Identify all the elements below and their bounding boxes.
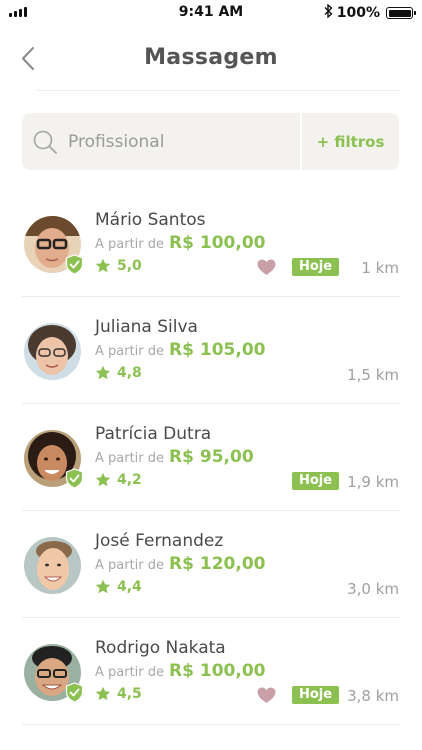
- rating: 4,5: [95, 686, 142, 702]
- price-prefix: A partir de: [95, 451, 165, 466]
- price-line: A partir de R$ 100,00: [95, 661, 265, 681]
- rating: 4,2: [95, 472, 142, 488]
- distance: 1,9 km: [347, 473, 399, 491]
- price-prefix: A partir de: [95, 558, 165, 573]
- battery-percent: 100%: [336, 5, 380, 21]
- avatar: [24, 216, 84, 275]
- avatar: [24, 537, 81, 594]
- heart-icon[interactable]: [257, 259, 276, 276]
- price-prefix: A partir de: [95, 237, 165, 252]
- list-item[interactable]: Rodrigo Nakata A partir de R$ 100,00 4,5…: [0, 618, 422, 725]
- price-line: A partir de R$ 105,00: [95, 340, 265, 360]
- price: R$ 105,00: [169, 340, 266, 360]
- bluetooth-icon: [324, 3, 333, 22]
- price-line: A partir de R$ 100,00: [95, 233, 265, 253]
- distance: 3,8 km: [347, 687, 399, 705]
- star-icon: [95, 472, 111, 487]
- battery-icon: [386, 7, 416, 19]
- list-item[interactable]: Patrícia Dutra A partir de R$ 95,00 4,2 …: [0, 404, 422, 511]
- heart-icon[interactable]: [257, 687, 276, 704]
- navigation-bar: Massagem: [0, 34, 422, 84]
- list-item[interactable]: Juliana Silva A partir de R$ 105,00 4,8 …: [0, 297, 422, 404]
- price: R$ 120,00: [169, 554, 266, 574]
- distance: 1 km: [361, 259, 399, 277]
- search-icon: [32, 129, 58, 155]
- professional-name: José Fernandez: [95, 531, 224, 551]
- star-icon: [95, 579, 111, 594]
- star-icon: [95, 258, 111, 273]
- distance: 3,0 km: [347, 580, 399, 598]
- price: R$ 100,00: [169, 661, 266, 681]
- rating-value: 5,0: [117, 258, 142, 274]
- divider: [36, 90, 400, 91]
- list-item[interactable]: Mário Santos A partir de R$ 100,00 5,0 H…: [0, 190, 422, 297]
- price-prefix: A partir de: [95, 344, 165, 359]
- professional-list: Mário Santos A partir de R$ 100,00 5,0 H…: [0, 190, 422, 725]
- rating-value: 4,5: [117, 686, 142, 702]
- verified-shield-icon: [65, 254, 84, 275]
- avatar: [24, 644, 84, 703]
- price-line: A partir de R$ 95,00: [95, 447, 254, 467]
- page-title: Massagem: [144, 45, 278, 70]
- rating-value: 4,4: [117, 579, 142, 595]
- search-field[interactable]: [22, 113, 300, 170]
- filters-button[interactable]: + filtros: [302, 113, 399, 170]
- star-icon: [95, 365, 111, 380]
- distance: 1,5 km: [347, 366, 399, 384]
- verified-shield-icon: [65, 682, 84, 703]
- list-item[interactable]: José Fernandez A partir de R$ 120,00 4,4…: [0, 511, 422, 618]
- rating-value: 4,2: [117, 472, 142, 488]
- professional-name: Juliana Silva: [95, 317, 198, 337]
- star-icon: [95, 686, 111, 701]
- search-input[interactable]: [68, 131, 268, 152]
- avatar: [24, 430, 84, 489]
- today-badge: Hoje: [292, 686, 340, 704]
- status-bar: 9:41 AM 100%: [0, 0, 422, 24]
- rating: 4,4: [95, 579, 142, 595]
- status-right: 100%: [324, 3, 416, 22]
- price-line: A partir de R$ 120,00: [95, 554, 265, 574]
- price: R$ 100,00: [169, 233, 266, 253]
- avatar: [24, 323, 81, 380]
- rating: 4,8: [95, 365, 142, 381]
- price: R$ 95,00: [169, 447, 254, 467]
- professional-name: Mário Santos: [95, 210, 206, 230]
- rating: 5,0: [95, 258, 142, 274]
- professional-name: Patrícia Dutra: [95, 424, 212, 444]
- price-prefix: A partir de: [95, 665, 165, 680]
- rating-value: 4,8: [117, 365, 142, 381]
- verified-shield-icon: [65, 468, 84, 489]
- search-bar: + filtros: [22, 113, 399, 170]
- today-badge: Hoje: [292, 472, 340, 490]
- today-badge: Hoje: [292, 258, 340, 276]
- professional-name: Rodrigo Nakata: [95, 638, 226, 658]
